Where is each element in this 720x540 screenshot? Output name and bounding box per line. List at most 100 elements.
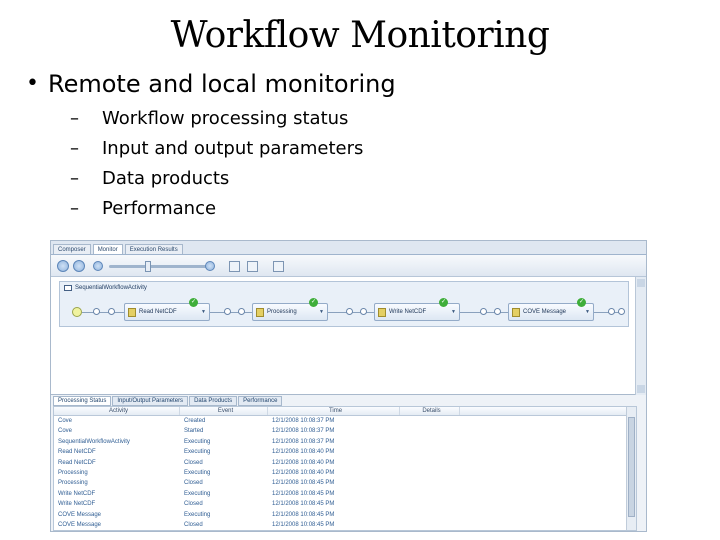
- chevron-down-icon[interactable]: ▼: [451, 309, 456, 315]
- table-row[interactable]: COVE Message Executing 12/1/2008 10:08:45 …: [54, 510, 636, 520]
- dash-icon: –: [70, 198, 79, 219]
- sub-bullet-text: Performance: [102, 198, 217, 219]
- table-cell: Closed: [184, 459, 203, 466]
- stop-icon[interactable]: [73, 260, 85, 272]
- connector-dot: [346, 308, 353, 315]
- column-header-time[interactable]: Time: [268, 407, 400, 415]
- refresh-icon[interactable]: [229, 261, 240, 272]
- info-icon[interactable]: [57, 260, 69, 272]
- table-row[interactable]: SequentialWorkflowActivity Executing 12/1/…: [54, 437, 636, 447]
- table-cell: Write NetCDF: [58, 490, 96, 497]
- table-cell: Read NetCDF: [58, 449, 96, 456]
- column-header-activity[interactable]: Activity: [54, 407, 180, 415]
- table-cell: Closed: [184, 521, 203, 528]
- table-row[interactable]: Cove Created 12/1/2008 10:08:37 PM: [54, 416, 636, 426]
- table-row[interactable]: Cove Started 12/1/2008 10:08:37 PM: [54, 426, 636, 436]
- tab-performance[interactable]: Performance: [238, 396, 283, 406]
- activity-icon: [512, 308, 520, 317]
- sub-bullet-text: Data products: [102, 168, 230, 189]
- table-cell: 12/1/2008 10:08:37 PM: [272, 438, 335, 445]
- table-cell: 12/1/2008 10:08:37 PM: [272, 418, 335, 424]
- table-cell: 12/1/2008 10:08:40 PM: [272, 459, 335, 466]
- zoom-slider[interactable]: [109, 265, 209, 268]
- activity-icon: [256, 308, 264, 317]
- table-cell: 12/1/2008 10:08:45 PM: [272, 501, 335, 508]
- table-cell: Cove: [58, 418, 73, 424]
- bullet-list: • Remote and local monitoring – Workflow …: [26, 68, 706, 224]
- connector-dot: [238, 308, 245, 315]
- table-row[interactable]: COVE Message Closed 12/1/2008 10:08:45 PM: [54, 520, 636, 530]
- table-cell: Write NetCDF: [58, 501, 96, 508]
- pan-icon[interactable]: [273, 261, 284, 272]
- table-row[interactable]: Write NetCDF Executing 12/1/2008 10:08:45 …: [54, 489, 636, 499]
- tab-input-output-parameters[interactable]: Input/Output Parameters: [112, 396, 189, 406]
- app-tab-bar: Composer Monitor Execution Results: [51, 241, 646, 255]
- table-cell: [400, 478, 460, 488]
- table-cell: COVE Message: [58, 511, 102, 518]
- main-bullet-text: Remote and local monitoring: [48, 70, 396, 98]
- tab-monitor[interactable]: Monitor: [92, 244, 123, 254]
- chevron-down-icon[interactable]: ▼: [201, 309, 206, 315]
- scroll-up-icon[interactable]: [637, 279, 645, 287]
- sub-bullet-text: Input and output parameters: [102, 138, 364, 159]
- activity-icon: [378, 308, 386, 317]
- connector-dot: [224, 308, 231, 315]
- table-cell: Closed: [184, 480, 203, 487]
- table-cell: 12/1/2008 10:08:40 PM: [272, 449, 335, 456]
- activity-label: COVE Message: [523, 309, 567, 315]
- activity-processing[interactable]: Processing ▼ ✓: [252, 298, 328, 321]
- tab-execution-results[interactable]: Execution Results: [124, 244, 183, 254]
- sequential-workflow-box[interactable]: SequentialWorkflowActivity Read NetCDF ▼…: [59, 281, 629, 327]
- table-row[interactable]: Processing Closed 12/1/2008 10:08:45 PM: [54, 478, 636, 488]
- canvas-scrollbar[interactable]: [635, 277, 646, 395]
- grid-scrollbar[interactable]: [626, 407, 636, 530]
- table-cell: Processing: [58, 469, 88, 476]
- tab-composer[interactable]: Composer: [53, 244, 91, 254]
- activity-read-netcdf[interactable]: Read NetCDF ▼ ✓: [124, 298, 210, 321]
- table-cell: Started: [184, 428, 204, 435]
- workflow-name: SequentialWorkflowActivity: [75, 285, 147, 291]
- table-cell: 12/1/2008 10:08:40 PM: [272, 469, 335, 476]
- sequence-icon: [64, 285, 72, 291]
- table-cell: Executing: [184, 469, 211, 476]
- table-cell: [400, 426, 460, 436]
- zoom-out-icon[interactable]: [93, 261, 103, 271]
- dash-icon: –: [70, 108, 79, 129]
- activity-write-netcdf[interactable]: Write NetCDF ▼ ✓: [374, 298, 460, 321]
- slide-title: Workflow Monitoring: [170, 15, 550, 56]
- activity-label: Read NetCDF: [139, 309, 177, 315]
- tab-processing-status[interactable]: Processing Status: [53, 396, 112, 406]
- table-row[interactable]: Read NetCDF Closed 12/1/2008 10:08:40 PM: [54, 458, 636, 468]
- table-cell: Created: [184, 418, 206, 424]
- column-header-details[interactable]: Details: [400, 407, 460, 415]
- connector-dot: [608, 308, 615, 315]
- table-cell: [400, 447, 460, 457]
- start-node-icon: [72, 307, 82, 317]
- fit-to-screen-icon[interactable]: [247, 261, 258, 272]
- column-header-event[interactable]: Event: [180, 407, 268, 415]
- connector-dot: [480, 308, 487, 315]
- chevron-down-icon[interactable]: ▼: [319, 309, 324, 315]
- check-icon: ✓: [189, 298, 198, 307]
- table-cell: [400, 416, 460, 426]
- table-cell: Executing: [184, 511, 211, 518]
- table-cell: Cove: [58, 428, 73, 435]
- table-cell: [400, 520, 460, 530]
- table-cell: 12/1/2008 10:08:45 PM: [272, 490, 335, 497]
- tab-data-products[interactable]: Data Products: [189, 396, 238, 406]
- table-cell: Executing: [184, 490, 211, 497]
- table-row[interactable]: Write NetCDF Closed 12/1/2008 10:08:45 PM: [54, 499, 636, 509]
- grid-scrollbar-thumb[interactable]: [628, 417, 635, 517]
- chevron-down-icon[interactable]: ▼: [585, 309, 590, 315]
- zoom-in-icon[interactable]: [205, 261, 215, 271]
- activity-cove-message[interactable]: COVE Message ▼ ✓: [508, 298, 594, 321]
- table-row[interactable]: Processing Executing 12/1/2008 10:08:40 PM: [54, 468, 636, 478]
- table-cell: [400, 458, 460, 468]
- table-cell: [400, 510, 460, 520]
- workflow-canvas: SequentialWorkflowActivity Read NetCDF ▼…: [51, 277, 637, 395]
- scroll-down-icon[interactable]: [637, 385, 645, 393]
- dash-icon: –: [70, 138, 79, 159]
- zoom-slider-thumb[interactable]: [145, 261, 151, 272]
- table-row[interactable]: Read NetCDF Executing 12/1/2008 10:08:40 P…: [54, 447, 636, 457]
- table-cell: [400, 468, 460, 478]
